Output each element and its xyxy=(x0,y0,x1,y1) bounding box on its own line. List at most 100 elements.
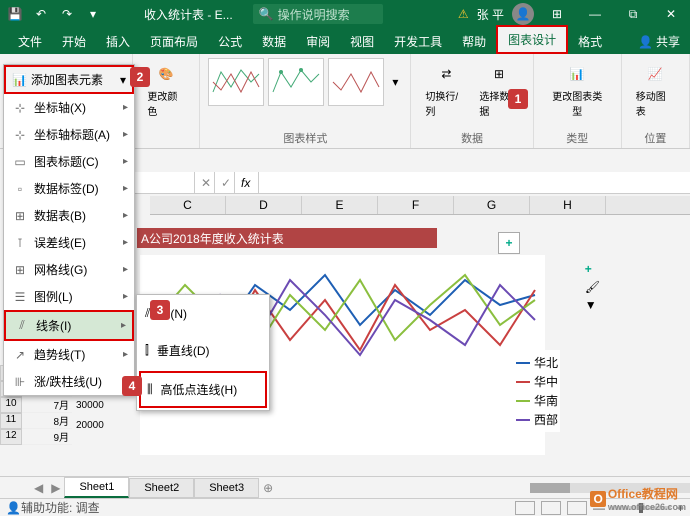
tab-dev[interactable]: 开发工具 xyxy=(384,29,452,54)
save-icon[interactable]: 💾 xyxy=(4,3,26,25)
sheet-tab-1[interactable]: Sheet1 xyxy=(64,477,129,498)
col-d[interactable]: D xyxy=(226,196,302,214)
tab-chart-design[interactable]: 图表设计 xyxy=(496,25,568,54)
chart-filter-button[interactable]: ▼ xyxy=(585,298,600,312)
submenu-arrow-icon: ▸ xyxy=(123,102,128,113)
chart-title-cell[interactable]: A公司2018年度收入统计表 xyxy=(137,228,437,248)
submenu-high-low-lines[interactable]: ⫼高低点连线(H) xyxy=(139,371,267,408)
chart-legend[interactable]: 华北 华中 华南 西部 xyxy=(514,350,560,432)
chart-style-3[interactable] xyxy=(328,58,384,106)
chart-elements-button[interactable]: + xyxy=(585,262,600,276)
new-sheet-icon[interactable]: ⊕ xyxy=(259,481,277,495)
legend-icon: ☰ xyxy=(12,289,28,305)
type-group-label: 类型 xyxy=(566,130,588,146)
chart-style-gallery[interactable]: ▾ xyxy=(208,58,402,106)
menu-trendline[interactable]: ↗趋势线(T)▸ xyxy=(4,341,134,368)
chart-title-icon: ▭ xyxy=(12,154,28,170)
tell-me-search[interactable]: 🔍 操作说明搜索 xyxy=(253,4,383,24)
col-h[interactable]: H xyxy=(530,196,606,214)
row-10[interactable]: 10 xyxy=(0,397,22,413)
fx-enter-icon[interactable]: ✓ xyxy=(215,172,235,193)
submenu-arrow-icon: ▸ xyxy=(123,237,128,248)
submenu-drop-lines[interactable]: ⫿垂直线(D) xyxy=(137,332,269,369)
data-group-label: 数据 xyxy=(461,130,483,146)
submenu-arrow-icon: ▸ xyxy=(123,156,128,167)
chart-type-icon: 📊 xyxy=(563,60,591,88)
view-break-icon[interactable] xyxy=(567,501,587,515)
menu-legend[interactable]: ☰图例(L)▸ xyxy=(4,283,134,310)
col-e[interactable]: E xyxy=(302,196,378,214)
tab-file[interactable]: 文件 xyxy=(8,29,52,54)
badge-3: 3 xyxy=(150,300,170,320)
col-c[interactable]: C xyxy=(150,196,226,214)
menu-updown-bars[interactable]: ⊪涨/跌柱线(U)▸ xyxy=(4,368,134,395)
menu-lines[interactable]: ⫽线条(I)▸ xyxy=(4,310,134,341)
menu-axes[interactable]: ⊹坐标轴(X)▸ xyxy=(4,94,134,121)
view-layout-icon[interactable] xyxy=(541,501,561,515)
chart-style-1[interactable] xyxy=(208,58,264,106)
col-f[interactable]: F xyxy=(378,196,454,214)
group-location: 📈 移动图表 位置 xyxy=(622,54,690,148)
change-chart-type-button[interactable]: 📊 更改图表类型 xyxy=(542,58,613,120)
tab-layout[interactable]: 页面布局 xyxy=(140,29,208,54)
name-box[interactable] xyxy=(135,172,195,193)
chart-side-buttons: + 🖌 ▼ xyxy=(585,262,600,312)
menu-data-labels[interactable]: ▫数据标签(D)▸ xyxy=(4,175,134,202)
cell-a10[interactable]: 7月 xyxy=(22,397,72,413)
tab-home[interactable]: 开始 xyxy=(52,29,96,54)
status-mode[interactable]: 辅助功能: 调查 xyxy=(21,499,100,516)
undo-icon[interactable]: ↶ xyxy=(30,3,52,25)
fx-cancel-icon[interactable]: ✕ xyxy=(195,172,215,193)
col-g[interactable]: G xyxy=(454,196,530,214)
tab-review[interactable]: 审阅 xyxy=(296,29,340,54)
sheet-tabs: ◀ ▶ Sheet1 Sheet2 Sheet3 ⊕ xyxy=(0,476,690,498)
sheet-nav-prev-icon[interactable]: ◀ xyxy=(30,481,47,495)
switch-row-col-button[interactable]: ⇄ 切换行/列 xyxy=(419,58,473,120)
ribbon-tabs: 文件 开始 插入 页面布局 公式 数据 审阅 视图 开发工具 帮助 图表设计 格… xyxy=(0,28,690,54)
badge-1: 1 xyxy=(508,89,528,109)
search-icon: 🔍 xyxy=(259,7,274,21)
row-11[interactable]: 11 xyxy=(0,413,22,429)
restore-icon[interactable]: ⧉ xyxy=(618,3,648,25)
move-chart-button[interactable]: 📈 移动图表 xyxy=(630,58,681,120)
ribbon-display-icon[interactable]: ⊞ xyxy=(542,3,572,25)
sheet-tab-2[interactable]: Sheet2 xyxy=(129,478,194,498)
warning-icon[interactable]: ⚠ xyxy=(458,7,469,21)
drop-lines-icon: ⫿ xyxy=(145,343,149,358)
chart-plus-button[interactable]: + xyxy=(498,232,520,254)
view-normal-icon[interactable] xyxy=(515,501,535,515)
tab-insert[interactable]: 插入 xyxy=(96,29,140,54)
legend-item-2: 华中 xyxy=(516,373,558,390)
chart-style-more-icon[interactable]: ▾ xyxy=(388,75,402,89)
tab-format[interactable]: 格式 xyxy=(568,29,612,54)
legend-item-1: 华北 xyxy=(516,354,558,371)
sheet-tab-3[interactable]: Sheet3 xyxy=(194,478,259,498)
menu-gridlines[interactable]: ⊞网格线(G)▸ xyxy=(4,256,134,283)
row-12[interactable]: 12 xyxy=(0,429,22,445)
updown-bars-icon: ⊪ xyxy=(12,374,28,390)
tab-data[interactable]: 数据 xyxy=(252,29,296,54)
share-icon: 👤 xyxy=(638,35,653,49)
tab-formula[interactable]: 公式 xyxy=(208,29,252,54)
cell-a12[interactable]: 9月 xyxy=(22,429,72,445)
share-button[interactable]: 👤共享 xyxy=(628,29,690,54)
redo-icon[interactable]: ↷ xyxy=(56,3,78,25)
menu-chart-title[interactable]: ▭图表标题(C)▸ xyxy=(4,148,134,175)
qat-dropdown-icon[interactable]: ▾ xyxy=(82,3,104,25)
chart-styles-button[interactable]: 🖌 xyxy=(585,280,600,294)
tab-help[interactable]: 帮助 xyxy=(452,29,496,54)
close-icon[interactable]: ✕ xyxy=(656,3,686,25)
chart-style-2[interactable] xyxy=(268,58,324,106)
add-chart-element-menu: 📊 添加图表元素 ▾ ⊹坐标轴(X)▸ ⊹坐标轴标题(A)▸ ▭图表标题(C)▸… xyxy=(3,64,135,396)
menu-error-bars[interactable]: ⊺误差线(E)▸ xyxy=(4,229,134,256)
tab-view[interactable]: 视图 xyxy=(340,29,384,54)
sheet-nav-next-icon[interactable]: ▶ xyxy=(47,481,64,495)
fx-label[interactable]: fx xyxy=(235,172,259,193)
cell-a11[interactable]: 8月 xyxy=(22,413,72,429)
minimize-icon[interactable]: — xyxy=(580,3,610,25)
user-name[interactable]: 张 平 xyxy=(477,6,504,23)
menu-axis-titles[interactable]: ⊹坐标轴标题(A)▸ xyxy=(4,121,134,148)
user-avatar[interactable]: 👤 xyxy=(512,3,534,25)
add-chart-element-button[interactable]: 📊 添加图表元素 ▾ xyxy=(4,65,134,94)
menu-data-table[interactable]: ⊞数据表(B)▸ xyxy=(4,202,134,229)
